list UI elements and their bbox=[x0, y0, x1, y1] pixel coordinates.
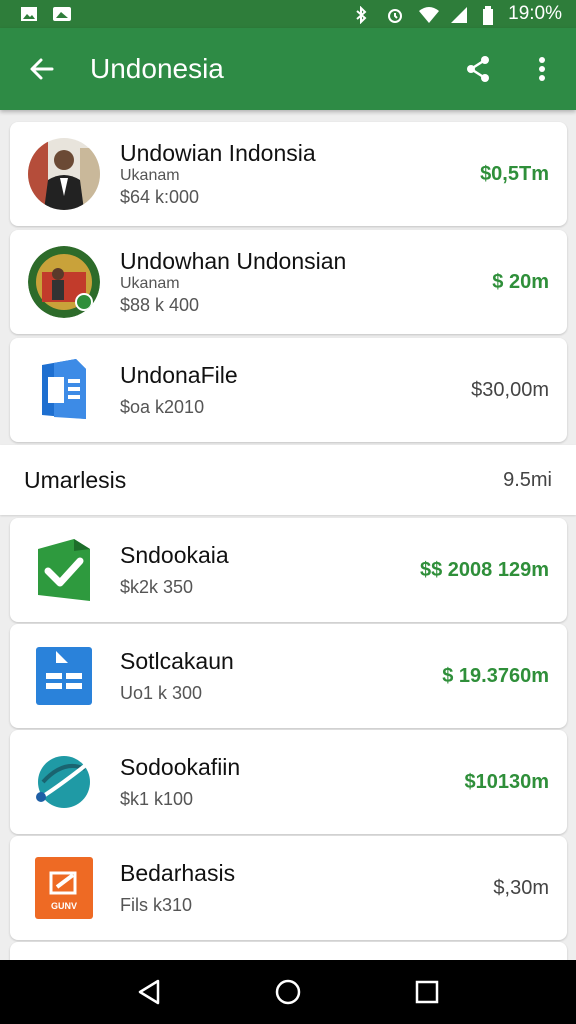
item-meta: $k1 k100 bbox=[120, 789, 194, 809]
list-item[interactable]: GUNV Bedarhasis Fils k310 $,30m bbox=[10, 836, 567, 940]
battery-icon bbox=[482, 6, 494, 25]
home-circle-icon[interactable] bbox=[264, 968, 312, 1016]
back-triangle-icon[interactable] bbox=[125, 968, 173, 1016]
item-name: Undowian Indonsia bbox=[120, 140, 316, 166]
app-bar: Undonesia bbox=[0, 28, 576, 110]
person-avatar bbox=[28, 138, 100, 210]
list-item[interactable]: Sotlcakaun Uo1 k 300 $ 19.3760m bbox=[10, 624, 567, 728]
list-item[interactable]: UndonaFile $oa k2010 $30,00m bbox=[10, 338, 567, 442]
list-item[interactable]: Sodookafiin $k1 k100 $10130m bbox=[10, 730, 567, 834]
item-name: Bedarhasis bbox=[120, 860, 236, 886]
navigation-bar bbox=[0, 960, 576, 1024]
section-title: Umarlesis bbox=[24, 466, 127, 493]
item-subtitle: Ukanam bbox=[120, 167, 180, 184]
item-price: $$ 2008 129m bbox=[419, 558, 549, 581]
planet-app-icon bbox=[28, 746, 100, 818]
item-price: $ 20m bbox=[492, 270, 549, 293]
section-header: Umarlesis 9.5mi bbox=[0, 445, 576, 515]
item-price: $0,5Tm bbox=[480, 162, 549, 185]
list-item[interactable]: Sndookaia $k2k 350 $$ 2008 129m bbox=[10, 518, 567, 622]
back-arrow-icon[interactable] bbox=[20, 47, 64, 91]
item-price: $,30m bbox=[493, 876, 549, 899]
more-options-icon[interactable] bbox=[520, 47, 564, 91]
section-count: 9.5mi bbox=[503, 468, 552, 491]
page-title: Undonesia bbox=[90, 53, 224, 84]
item-meta: Fils k310 bbox=[120, 895, 193, 915]
list-item[interactable]: Undowian Indonsia Ukanam $64 k:000 $0,5T… bbox=[10, 122, 567, 226]
orange-app-icon: GUNV bbox=[28, 852, 100, 924]
item-name: Sodookafiin bbox=[120, 754, 241, 780]
item-name: Sndookaia bbox=[120, 542, 229, 568]
check-app-icon bbox=[28, 534, 100, 606]
doc-app-icon bbox=[28, 354, 100, 426]
bluetooth-icon bbox=[354, 5, 372, 25]
signal-icon bbox=[450, 6, 468, 23]
item-name: UndonaFile bbox=[120, 362, 238, 388]
status-time: 19:0% bbox=[508, 3, 562, 24]
image-icon bbox=[20, 6, 38, 22]
item-name: Undowhan Undonsian bbox=[120, 248, 347, 274]
share-icon[interactable] bbox=[456, 47, 500, 91]
item-meta: $k2k 350 bbox=[120, 577, 194, 597]
item-meta: $88 k 400 bbox=[120, 295, 200, 315]
item-meta: $64 k:000 bbox=[120, 187, 200, 207]
item-subtitle: Ukanam bbox=[120, 275, 180, 292]
emblem-avatar bbox=[28, 246, 100, 318]
item-price: $30,00m bbox=[471, 378, 549, 401]
item-price: $ 19.3760m bbox=[442, 664, 549, 687]
sheet-app-icon bbox=[28, 640, 100, 712]
item-name: Sotlcakaun bbox=[120, 648, 234, 674]
list-item[interactable]: Undowhan Undonsian Ukanam $88 k 400 $ 20… bbox=[10, 230, 567, 334]
results-list: Undowian Indonsia Ukanam $64 k:000 $0,5T… bbox=[0, 110, 576, 960]
list-item[interactable] bbox=[10, 942, 567, 960]
alarm-icon bbox=[386, 6, 404, 23]
wifi-icon bbox=[418, 6, 440, 23]
photo-icon bbox=[52, 6, 71, 22]
status-bar: 19:0% bbox=[0, 0, 576, 28]
item-price: $10130m bbox=[464, 770, 549, 793]
recents-square-icon[interactable] bbox=[403, 968, 451, 1016]
item-meta: $oa k2010 bbox=[120, 397, 205, 417]
app-icon-label: GUNV bbox=[50, 901, 77, 911]
item-meta: Uo1 k 300 bbox=[120, 683, 203, 703]
